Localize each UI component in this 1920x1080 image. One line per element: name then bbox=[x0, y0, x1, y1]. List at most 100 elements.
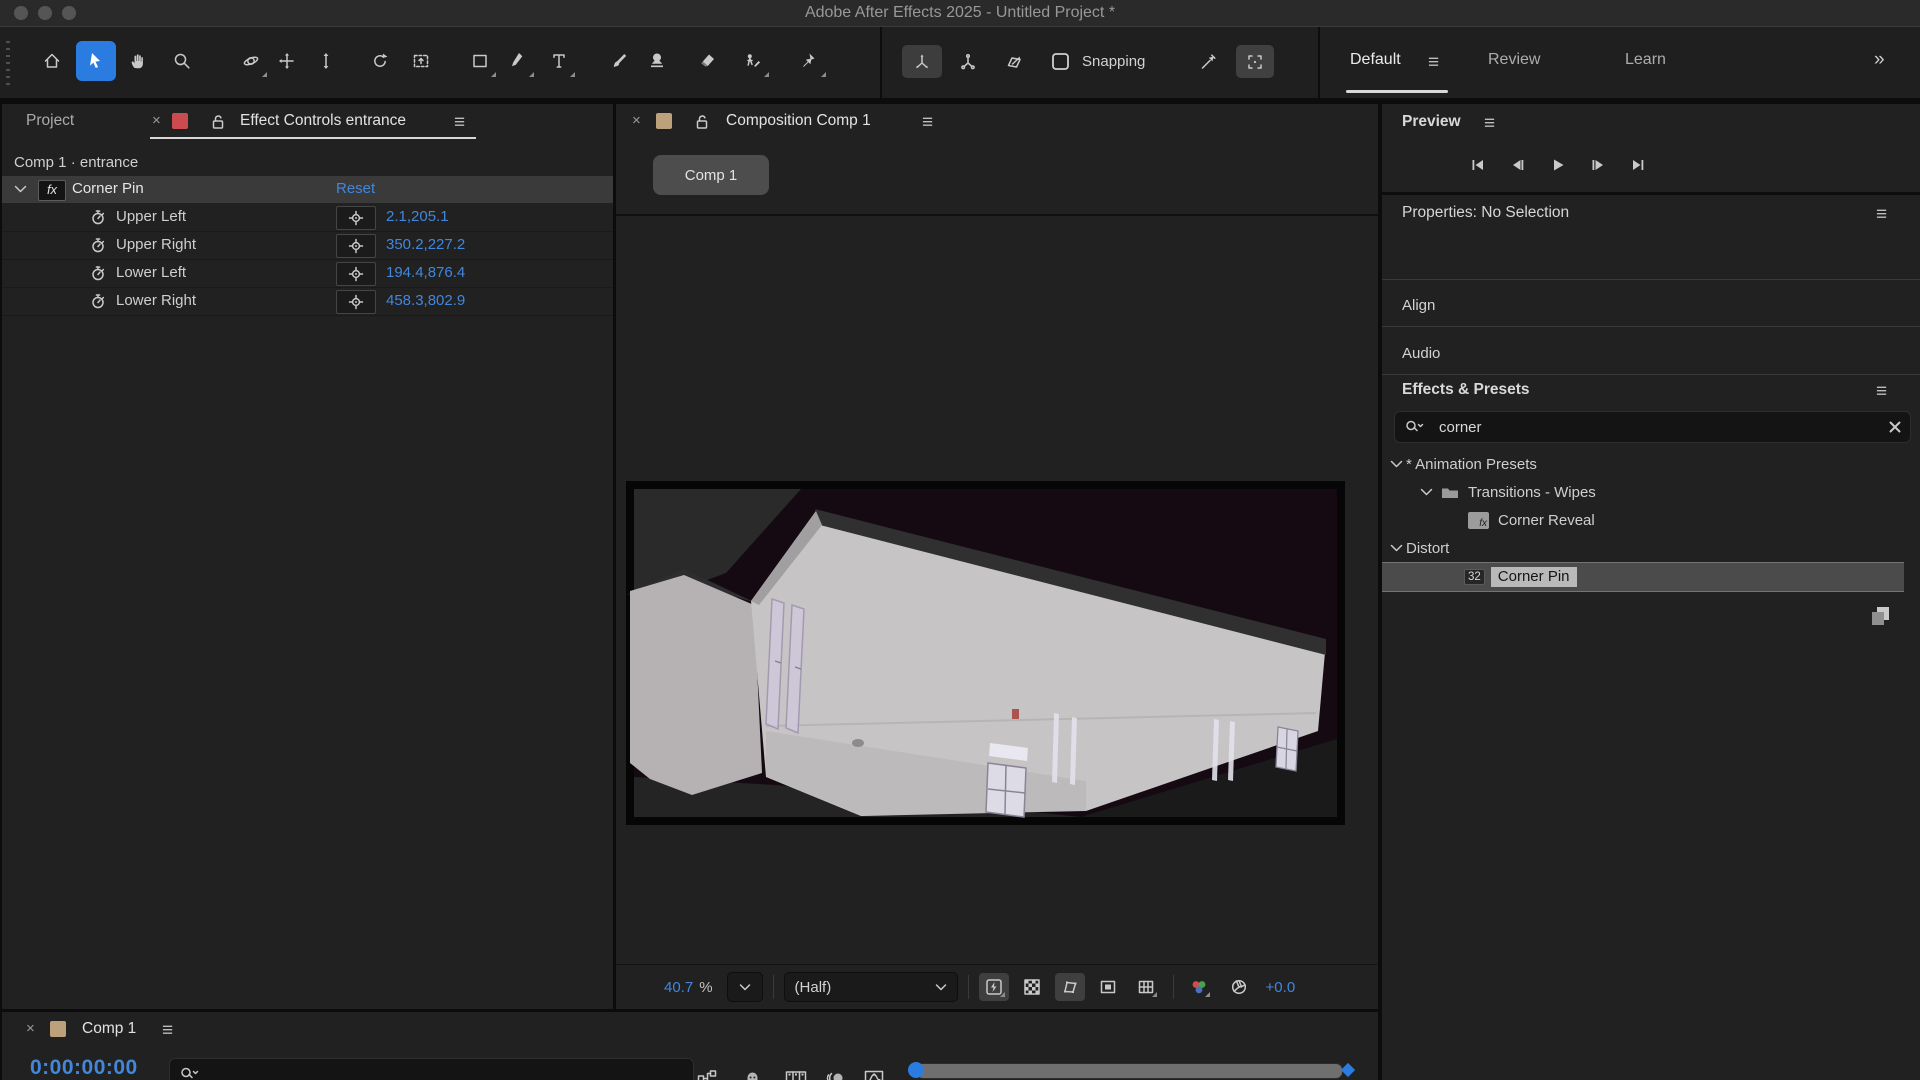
previous-frame-button[interactable] bbox=[1502, 152, 1534, 178]
mask-visibility-button[interactable] bbox=[1055, 973, 1085, 1001]
local-axis-mode-button[interactable] bbox=[902, 45, 942, 78]
chevron-down-icon[interactable] bbox=[14, 184, 27, 194]
panel-unlock-icon[interactable] bbox=[208, 112, 228, 131]
scrollbar-track[interactable] bbox=[916, 1063, 1343, 1079]
dolly-camera-tool-button[interactable] bbox=[306, 41, 346, 81]
motion-blur-icon[interactable] bbox=[825, 1068, 847, 1080]
brush-tool-button[interactable] bbox=[599, 41, 639, 81]
panel-group-chip-tan[interactable] bbox=[656, 113, 672, 129]
rectangle-tool-button[interactable] bbox=[460, 41, 500, 81]
first-frame-button[interactable] bbox=[1462, 152, 1494, 178]
effects-search-box[interactable] bbox=[1394, 411, 1911, 443]
preview-menu-icon[interactable]: ≡ bbox=[1484, 114, 1495, 133]
tree-row-corner-reveal[interactable]: fx Corner Reveal bbox=[1382, 506, 1920, 534]
grid-guides-button[interactable] bbox=[1131, 973, 1161, 1001]
effect-controls-close-icon[interactable]: × bbox=[152, 112, 161, 129]
align-panel-header[interactable]: Align bbox=[1402, 297, 1435, 314]
panel-group-chip-tan[interactable] bbox=[50, 1021, 66, 1037]
channel-color-button[interactable] bbox=[1184, 973, 1214, 1001]
roto-brush-tool-button[interactable] bbox=[733, 41, 773, 81]
chevron-down-icon[interactable] bbox=[1390, 459, 1403, 469]
zoom-out-knob[interactable] bbox=[908, 1062, 924, 1078]
exposure-value[interactable]: +0.0 bbox=[1266, 979, 1296, 996]
param-value[interactable]: 350.2,227.2 bbox=[386, 236, 465, 253]
play-button[interactable] bbox=[1542, 152, 1574, 178]
tab-project[interactable]: Project bbox=[26, 112, 74, 130]
zoom-tool-button[interactable] bbox=[162, 41, 202, 81]
chevron-down-icon[interactable] bbox=[1390, 543, 1403, 553]
graph-editor-icon[interactable] bbox=[863, 1068, 885, 1080]
resolution-dropdown[interactable]: (Half) bbox=[784, 972, 958, 1002]
timeline-search-box[interactable] bbox=[169, 1058, 694, 1080]
fx-badge-icon[interactable]: fx bbox=[38, 180, 66, 201]
next-frame-button[interactable] bbox=[1582, 152, 1614, 178]
tab-timeline-comp1[interactable]: Comp 1 bbox=[82, 1020, 136, 1038]
pan-camera-tool-button[interactable] bbox=[267, 41, 307, 81]
camera-tool-button[interactable] bbox=[401, 41, 441, 81]
rotation-tool-button[interactable] bbox=[360, 41, 400, 81]
audio-panel-header[interactable]: Audio bbox=[1402, 345, 1440, 362]
panel-group-chip-red[interactable] bbox=[172, 113, 188, 129]
region-of-interest-button[interactable] bbox=[1093, 973, 1123, 1001]
point-picker-button[interactable] bbox=[336, 290, 376, 314]
magnification-dropdown-button[interactable] bbox=[727, 972, 763, 1002]
workspace-tab-learn[interactable]: Learn bbox=[1625, 51, 1666, 69]
point-picker-button[interactable] bbox=[336, 206, 376, 230]
home-tool-button[interactable] bbox=[32, 41, 72, 81]
workspace-overflow-icon[interactable]: » bbox=[1874, 49, 1885, 71]
timeline-menu-icon[interactable]: ≡ bbox=[162, 1021, 173, 1040]
exposure-shutter-button[interactable] bbox=[1224, 973, 1254, 1001]
workspace-tab-review[interactable]: Review bbox=[1488, 51, 1540, 69]
frame-blending-icon[interactable] bbox=[784, 1068, 808, 1080]
timeline-close-icon[interactable]: × bbox=[26, 1020, 35, 1037]
timeline-search-input[interactable] bbox=[212, 1065, 685, 1080]
effects-presets-menu-icon[interactable]: ≡ bbox=[1876, 382, 1887, 401]
snapping-checkbox[interactable] bbox=[1048, 45, 1072, 78]
tab-composition[interactable]: Composition Comp 1 bbox=[726, 112, 871, 130]
current-timecode[interactable]: 0:00:00:00 bbox=[30, 1056, 138, 1080]
type-tool-button[interactable] bbox=[539, 41, 579, 81]
snap-to-features-button[interactable] bbox=[1236, 45, 1274, 78]
composition-viewport[interactable] bbox=[626, 481, 1345, 825]
effect-controls-menu-icon[interactable]: ≡ bbox=[454, 113, 465, 132]
composition-menu-icon[interactable]: ≡ bbox=[922, 113, 933, 132]
workspace-tab-default[interactable]: Default bbox=[1350, 51, 1401, 69]
panel-unlock-icon[interactable] bbox=[692, 112, 712, 131]
zoom-in-knob[interactable] bbox=[1341, 1063, 1355, 1077]
stopwatch-icon[interactable] bbox=[88, 291, 108, 311]
point-picker-button[interactable] bbox=[336, 262, 376, 286]
tree-row-transitions-wipes[interactable]: Transitions - Wipes bbox=[1382, 478, 1920, 506]
world-axis-mode-button[interactable] bbox=[948, 45, 988, 78]
tree-row-animation-presets[interactable]: * Animation Presets bbox=[1382, 450, 1920, 478]
stopwatch-icon[interactable] bbox=[88, 207, 108, 227]
param-value[interactable]: 2.1,205.1 bbox=[386, 208, 449, 225]
effects-search-input[interactable] bbox=[1437, 418, 1888, 437]
point-picker-button[interactable] bbox=[336, 234, 376, 258]
mini-flowchart-icon[interactable] bbox=[696, 1068, 718, 1080]
clear-search-icon[interactable] bbox=[1888, 420, 1902, 434]
new-preset-pages-icon[interactable] bbox=[1869, 604, 1893, 628]
stopwatch-icon[interactable] bbox=[88, 263, 108, 283]
param-row-upper-right[interactable]: Upper Right 350.2,227.2 bbox=[2, 231, 613, 260]
selection-tool-button[interactable] bbox=[76, 41, 116, 81]
stopwatch-icon[interactable] bbox=[88, 235, 108, 255]
fast-previews-button[interactable] bbox=[979, 973, 1009, 1001]
tree-row-corner-pin[interactable]: 32 Corner Pin bbox=[1382, 562, 1904, 592]
comp-1-button[interactable]: Comp 1 bbox=[653, 155, 769, 195]
eraser-tool-button[interactable] bbox=[687, 41, 727, 81]
shy-layers-icon[interactable] bbox=[742, 1068, 764, 1080]
workspace-menu-icon[interactable]: ≡ bbox=[1428, 53, 1439, 72]
pen-tool-button[interactable] bbox=[498, 41, 538, 81]
timeline-zoom-scrollbar[interactable] bbox=[908, 1062, 1351, 1078]
chevron-down-icon[interactable] bbox=[1420, 487, 1433, 497]
last-frame-button[interactable] bbox=[1622, 152, 1654, 178]
param-value[interactable]: 458.3,802.9 bbox=[386, 292, 465, 309]
param-row-upper-left[interactable]: Upper Left 2.1,205.1 bbox=[2, 203, 613, 232]
toolbar-grip[interactable] bbox=[6, 41, 10, 85]
snap-along-edges-button[interactable] bbox=[1190, 45, 1226, 78]
tree-row-distort[interactable]: Distort bbox=[1382, 534, 1920, 562]
effect-header-row[interactable]: fx Corner Pin Reset bbox=[2, 176, 613, 203]
properties-menu-icon[interactable]: ≡ bbox=[1876, 205, 1887, 224]
param-row-lower-right[interactable]: Lower Right 458.3,802.9 bbox=[2, 287, 613, 316]
tab-effect-controls[interactable]: Effect Controls entrance bbox=[240, 112, 406, 130]
